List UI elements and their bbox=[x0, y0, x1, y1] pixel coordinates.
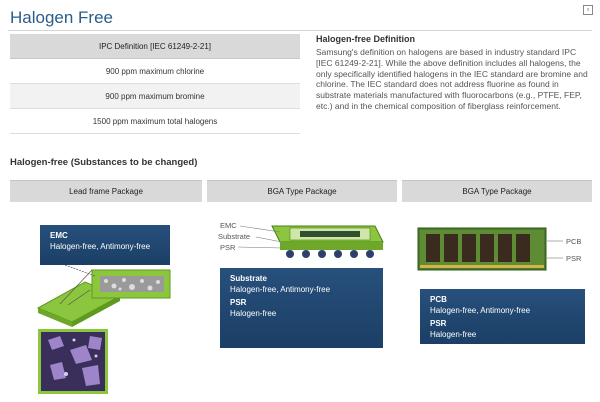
emc-info-box: EMC Halogen-free, Antimony-free bbox=[40, 225, 170, 265]
substrate-label: Substrate bbox=[218, 232, 251, 241]
box-desc: Halogen-free, Antimony-free bbox=[50, 241, 151, 251]
pcb-module-illustration bbox=[417, 227, 563, 271]
box-desc: Halogen-free bbox=[430, 329, 477, 339]
box-title: Substrate bbox=[230, 274, 267, 283]
pcb-info-box: PCB Halogen-free, Antimony-free PSR Halo… bbox=[420, 289, 585, 344]
box-title: PSR bbox=[230, 298, 247, 307]
box-desc: Halogen-free, Antimony-free bbox=[430, 305, 531, 315]
pcb-label: PCB bbox=[566, 237, 582, 246]
lead-frame-chip-illustration bbox=[36, 264, 171, 394]
box-title: PCB bbox=[430, 295, 447, 304]
box-desc: Halogen-free bbox=[230, 308, 277, 318]
bga-chip-illustration bbox=[237, 225, 384, 258]
bga-info-box: Substrate Halogen-free, Antimony-free PS… bbox=[220, 268, 383, 348]
box-desc: Halogen-free, Antimony-free bbox=[230, 284, 331, 294]
emc-label: EMC bbox=[220, 221, 237, 230]
box-title: PSR bbox=[430, 319, 447, 328]
psr-label: PSR bbox=[220, 243, 236, 252]
box-title: EMC bbox=[50, 231, 68, 240]
psr-label: PSR bbox=[566, 254, 582, 263]
